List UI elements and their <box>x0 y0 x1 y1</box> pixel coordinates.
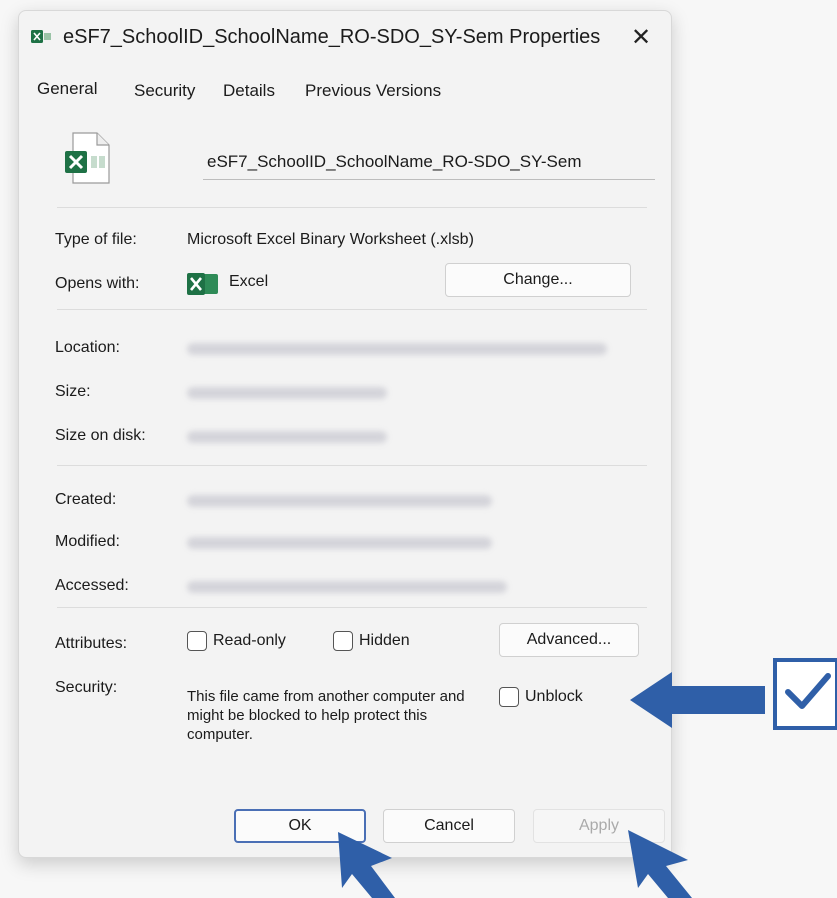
arrow-to-apply-icon <box>628 830 692 898</box>
annotation-overlay <box>338 658 837 898</box>
arrow-to-ok-icon <box>338 832 395 898</box>
checkmark-box-icon <box>773 658 837 730</box>
arrow-to-unblock-icon <box>630 672 765 728</box>
